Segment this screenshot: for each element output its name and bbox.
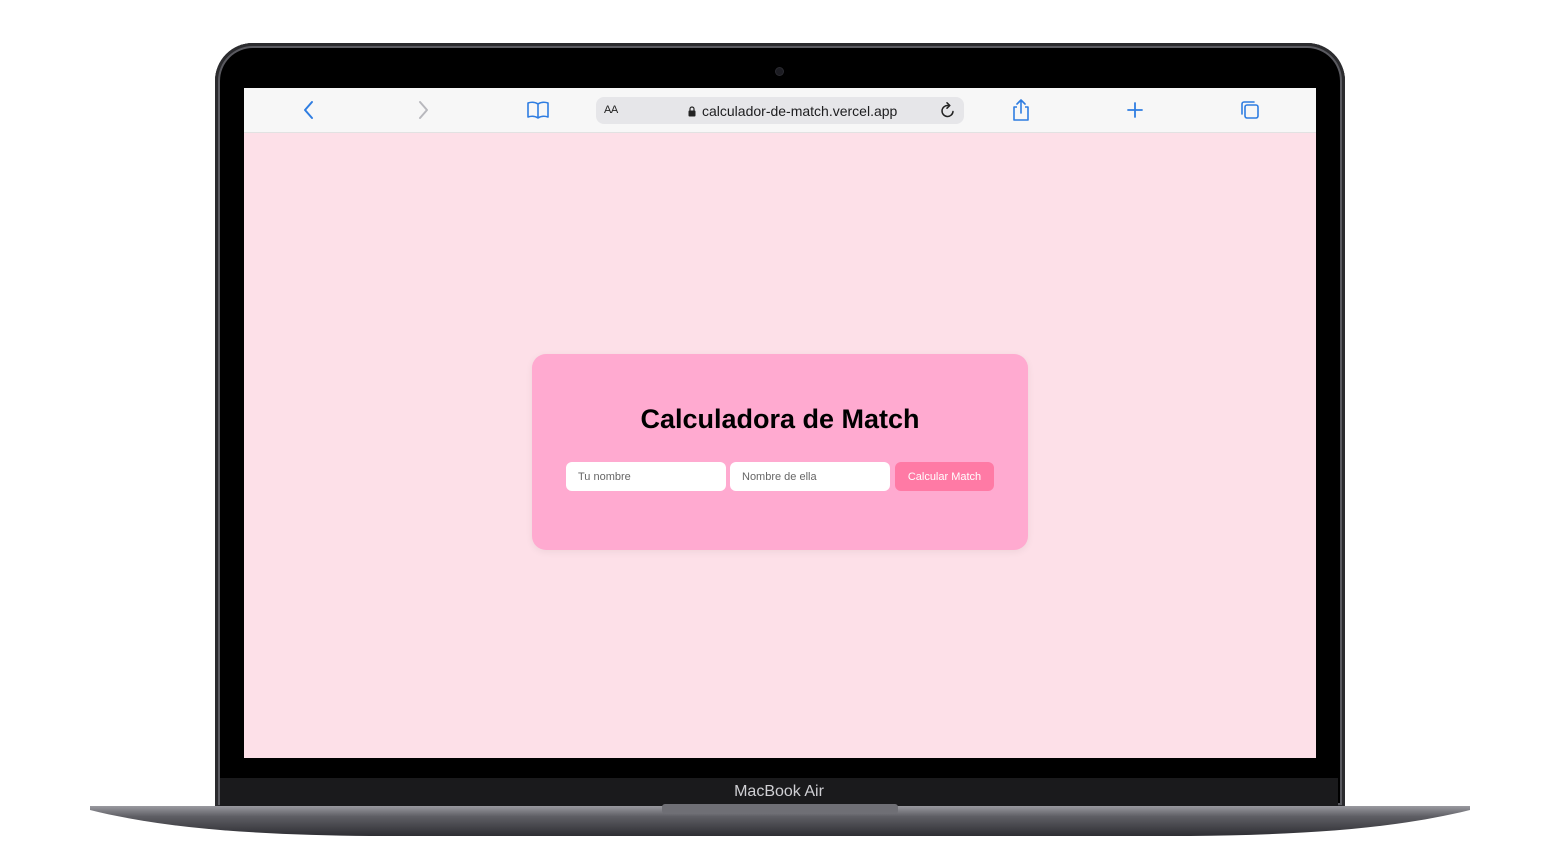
new-tab-icon[interactable] bbox=[1121, 96, 1149, 124]
calculate-match-button[interactable]: Calcular Match bbox=[895, 462, 994, 491]
text-size-button[interactable]: AA bbox=[604, 104, 618, 116]
laptop-chin: MacBook Air bbox=[220, 778, 1338, 806]
share-icon[interactable] bbox=[1007, 96, 1035, 124]
her-name-input[interactable] bbox=[730, 462, 890, 491]
reload-icon[interactable] bbox=[940, 102, 956, 119]
match-card: Calculadora de Match Calcular Match bbox=[532, 354, 1028, 550]
text-size-label: AA bbox=[604, 104, 618, 116]
back-icon[interactable] bbox=[295, 96, 323, 124]
camera-icon bbox=[776, 68, 783, 75]
your-name-input[interactable] bbox=[566, 462, 726, 491]
lock-icon bbox=[688, 105, 696, 116]
address-bar[interactable]: AA calculador-de-match.vercel.app bbox=[596, 97, 964, 124]
forward-icon[interactable] bbox=[409, 96, 437, 124]
model-label: MacBook Air bbox=[734, 783, 824, 800]
tabs-overview-icon[interactable] bbox=[1236, 96, 1264, 124]
bookmarks-icon[interactable] bbox=[524, 96, 552, 124]
browser-screen: AA calculador-de-match.vercel.app Calcul… bbox=[244, 88, 1316, 758]
page-title: Calculadora de Match bbox=[640, 404, 920, 434]
laptop-base bbox=[90, 804, 1470, 836]
url-text: calculador-de-match.vercel.app bbox=[702, 103, 898, 119]
safari-toolbar: AA calculador-de-match.vercel.app bbox=[244, 88, 1316, 133]
